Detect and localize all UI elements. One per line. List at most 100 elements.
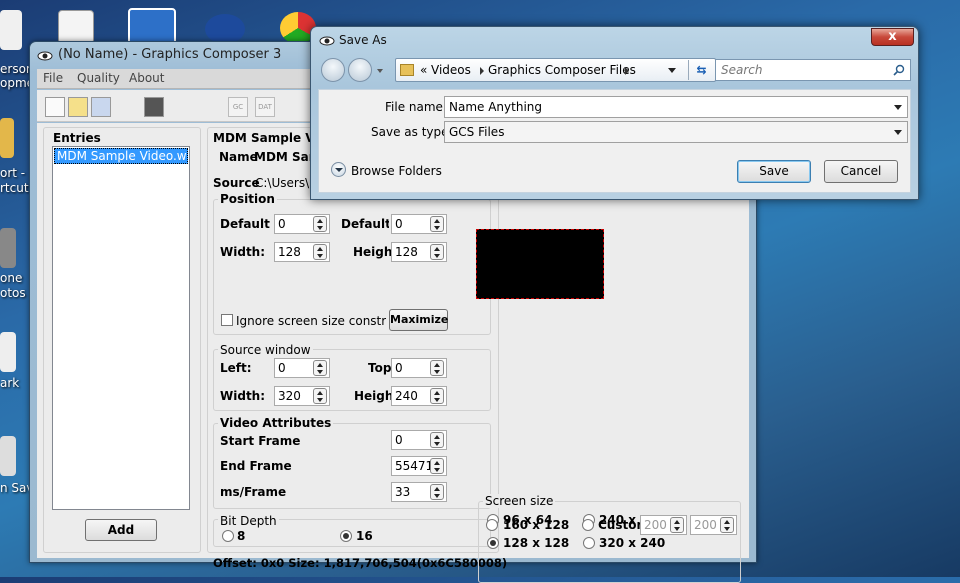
cancel-button[interactable]: Cancel [824, 160, 898, 183]
stepper-arrows-icon[interactable] [430, 432, 444, 448]
desktop-shield-icon[interactable] [205, 14, 245, 44]
forward-arrow-icon[interactable] [348, 58, 372, 82]
folder-icon [400, 64, 414, 76]
maximize-button[interactable]: Maximize [389, 309, 448, 331]
entries-list[interactable]: MDM Sample Video.wmv [52, 146, 190, 510]
desktop-folder-icon[interactable] [0, 118, 14, 158]
breadcrumb-videos[interactable]: Videos [431, 63, 471, 77]
size-128x128-radio[interactable] [487, 537, 499, 549]
stepper-arrows-icon[interactable] [313, 216, 327, 232]
dialog-title: Save As [339, 33, 387, 47]
custom-width-stepper[interactable]: 200 [640, 515, 687, 535]
desktop-label: one [0, 271, 23, 285]
desktop-photos-icon[interactable] [0, 228, 16, 268]
width-stepper[interactable]: 128 [274, 242, 330, 262]
menu-file[interactable]: File [43, 71, 63, 85]
breadcrumb-graphics-composer-files[interactable]: Graphics Composer Files [488, 63, 636, 77]
source-value: C:\Users\ [255, 176, 310, 190]
source-window-label: Source window [218, 343, 313, 357]
size-320x240-label: 320 x 240 [599, 536, 666, 550]
desktop-file-icon[interactable] [58, 10, 94, 44]
size-custom-radio[interactable] [582, 519, 594, 531]
end-frame-stepper[interactable]: 55471 [391, 456, 447, 476]
height-stepper[interactable]: 128 [391, 242, 447, 262]
default-y-label: Default Y [341, 217, 389, 231]
stepper-arrows-icon[interactable] [720, 517, 734, 533]
back-arrow-icon[interactable] [321, 58, 345, 82]
menu-about[interactable]: About [129, 71, 164, 85]
search-input[interactable]: Search [715, 59, 911, 81]
size-custom-label: Custon [598, 518, 646, 532]
save-disk-icon[interactable] [91, 97, 111, 117]
sw-height-stepper[interactable]: 240 [391, 386, 447, 406]
desktop-label: ark [0, 376, 20, 390]
start-frame-label: Start Frame [220, 434, 301, 448]
bit-depth-16-label: 16 [356, 529, 373, 543]
address-bar[interactable]: « Videos Graphics Composer Files ⇆ [395, 58, 716, 82]
save-type-label: Save as type: [371, 125, 453, 139]
ignore-size-checkbox[interactable] [221, 314, 233, 326]
chevron-down-icon[interactable] [894, 105, 902, 110]
ms-frame-stepper[interactable]: 33 [391, 482, 447, 502]
save-type-select[interactable]: GCS Files [444, 121, 908, 143]
list-item[interactable]: MDM Sample Video.wmv [54, 148, 188, 164]
entries-label: Entries [53, 131, 101, 145]
default-x-stepper[interactable]: 0 [274, 214, 330, 234]
ignore-size-label: Ignore screen size constra [236, 314, 386, 328]
custom-height-stepper[interactable]: 200 [690, 515, 737, 535]
size-128x128-label: 128 x 128 [503, 536, 570, 550]
stepper-arrows-icon[interactable] [430, 360, 444, 376]
left-stepper[interactable]: 0 [274, 358, 330, 378]
screen-size-label: Screen size [483, 494, 556, 508]
refresh-icon[interactable]: ⇆ [688, 60, 714, 80]
chevron-down-icon[interactable] [894, 130, 902, 135]
dat-export-icon[interactable]: DAT [255, 97, 275, 117]
open-folder-icon[interactable] [68, 97, 88, 117]
file-name-label: File name: [385, 100, 447, 114]
size-160x128-radio[interactable] [486, 519, 498, 531]
browse-folders-link[interactable]: Browse Folders [351, 164, 442, 178]
stepper-arrows-icon[interactable] [313, 360, 327, 376]
width-label: Width: [220, 245, 266, 259]
breadcrumb-separator-icon [480, 67, 484, 75]
search-icon[interactable] [893, 64, 905, 76]
desktop-file-icon[interactable] [0, 10, 22, 50]
stepper-arrows-icon[interactable] [313, 244, 327, 260]
start-frame-stepper[interactable]: 0 [391, 430, 447, 450]
video-attributes-label: Video Attributes [218, 416, 334, 430]
new-file-icon[interactable] [45, 97, 65, 117]
add-button[interactable]: Add [85, 519, 157, 541]
close-icon[interactable]: x [871, 28, 914, 46]
size-320x240-radio[interactable] [583, 537, 595, 549]
menu-quality[interactable]: Quality [77, 71, 120, 85]
bit-depth-16-radio[interactable] [340, 530, 352, 542]
file-name-field[interactable]: Name Anything [444, 96, 908, 118]
stepper-arrows-icon[interactable] [313, 388, 327, 404]
offset-size-text: Offset: 0x0 Size: 1,817,706,504(0x6C5800… [213, 556, 508, 570]
stepper-arrows-icon[interactable] [430, 484, 444, 500]
top-stepper[interactable]: 0 [391, 358, 447, 378]
save-button[interactable]: Save [737, 160, 811, 183]
desktop-doc-icon[interactable] [0, 332, 16, 372]
stepper-arrows-icon[interactable] [430, 216, 444, 232]
bit-depth-8-label: 8 [237, 529, 246, 543]
end-frame-label: End Frame [220, 459, 292, 473]
stepper-arrows-icon[interactable] [430, 458, 444, 474]
gc-export-icon[interactable]: GC [228, 97, 248, 117]
sw-width-stepper[interactable]: 320 [274, 386, 330, 406]
default-y-stepper[interactable]: 0 [391, 214, 447, 234]
stepper-arrows-icon[interactable] [670, 517, 684, 533]
address-dropdown-icon[interactable] [668, 68, 676, 73]
left-label: Left: [220, 361, 252, 375]
recent-dropdown-icon[interactable] [377, 69, 383, 73]
desktop-save-icon[interactable] [0, 436, 16, 476]
bit-depth-label: Bit Depth [218, 514, 279, 528]
film-icon[interactable] [144, 97, 164, 117]
stepper-arrows-icon[interactable] [430, 388, 444, 404]
dialog-body: File name: Name Anything Save as type: G… [318, 89, 911, 193]
top-label: Top [368, 361, 392, 375]
stepper-arrows-icon[interactable] [430, 244, 444, 260]
desktop-label: rtcut [0, 181, 29, 195]
bit-depth-8-radio[interactable] [222, 530, 234, 542]
breadcrumb-prefix: « [420, 63, 428, 77]
